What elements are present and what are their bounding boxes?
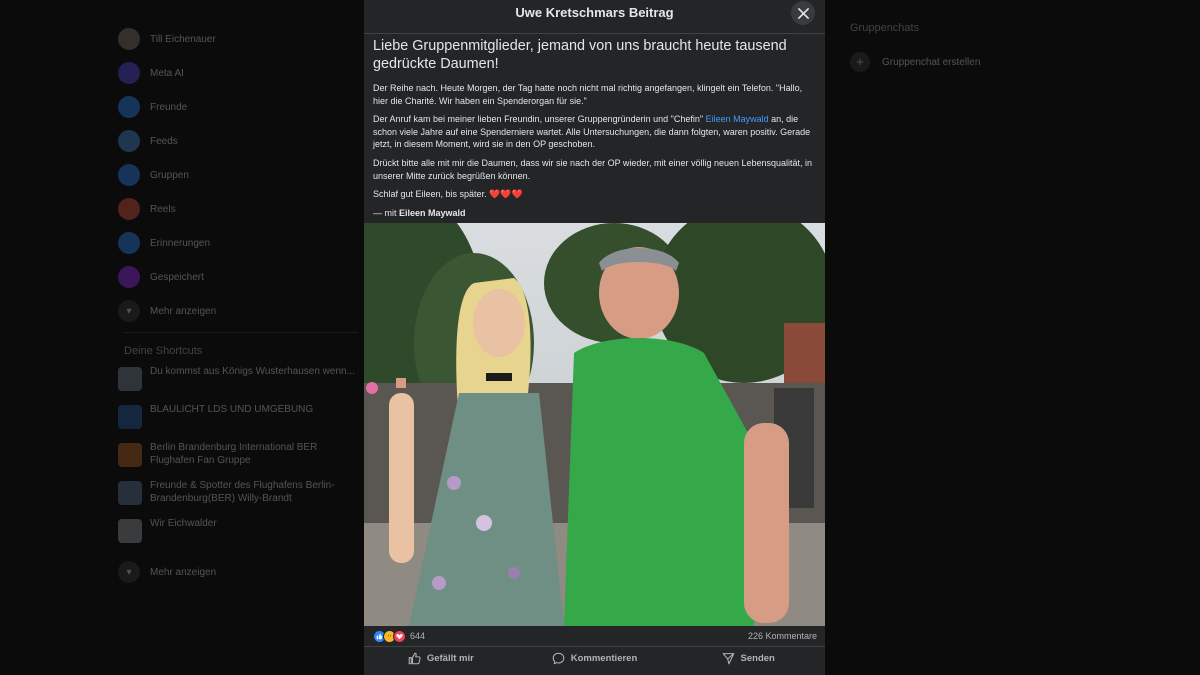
shortcut-item[interactable]: Du kommst aus Königs Wusterhausen wenn..… [118, 365, 358, 399]
shortcut-label: Freunde & Spotter des Flughafens Berlin-… [150, 480, 335, 504]
thumbs-up-icon [376, 633, 383, 639]
comment-count[interactable]: 226 Kommentare [748, 631, 817, 641]
tagged-with: — mit Eileen Maywald [373, 207, 816, 219]
sidebar-divider [124, 332, 358, 333]
sidebar-more-button[interactable]: ▾ Mehr anzeigen [118, 294, 358, 328]
meta-ai-icon [118, 62, 140, 84]
shortcuts-title: Deine Shortcuts [124, 345, 203, 357]
close-button[interactable] [791, 1, 815, 25]
sidebar-item-feeds[interactable]: Feeds [118, 124, 358, 158]
post-paragraph-2: Der Anruf kam bei meiner lieben Freundin… [373, 113, 816, 151]
saved-icon [118, 266, 140, 288]
shortcut-item[interactable]: Berlin Brandenburg International BER Flu… [118, 441, 358, 475]
comment-label: Kommentieren [570, 652, 638, 664]
modal-header: Uwe Kretschmars Beitrag [364, 0, 825, 34]
group-chats-title: Gruppenchats [850, 22, 920, 34]
shortcut-thumbnail [118, 367, 142, 391]
create-group-chat-button[interactable]: + Gruppenchat erstellen [850, 52, 1090, 72]
sidebar-item-label: Feeds [150, 135, 178, 147]
chevron-down-icon: ▾ [118, 561, 140, 583]
groups-icon [118, 164, 140, 186]
paragraph-2-start: Der Anruf kam bei meiner lieben Freundin… [373, 114, 706, 125]
sidebar-item-label: Freunde [150, 101, 188, 113]
chevron-down-icon: ▾ [118, 300, 140, 322]
sidebar-item-label: Meta AI [150, 67, 184, 79]
shortcut-thumbnail [118, 519, 142, 543]
reels-icon [118, 198, 140, 220]
thumbs-up-icon [408, 652, 421, 664]
shortcut-thumbnail [118, 443, 142, 467]
shortcut-item[interactable]: Freunde & Spotter des Flughafens Berlin-… [118, 479, 358, 513]
left-sidebar: Till Eichenauer Meta AI Freunde Feeds Gruppe… [118, 22, 358, 589]
shortcut-item[interactable]: Wir Eichwalder [118, 517, 358, 551]
shortcut-thumbnail [118, 405, 142, 429]
shortcut-thumbnail [118, 481, 142, 505]
shortcuts-more-button[interactable]: ▾ Mehr anzeigen [118, 555, 358, 589]
post-text: Liebe Gruppenmitglieder, jemand von uns … [364, 34, 825, 219]
sidebar-item-meta-ai[interactable]: Meta AI [118, 56, 358, 90]
sidebar-item-label: Gespeichert [150, 271, 204, 283]
action-bar: Gefällt mir Kommentieren Senden [364, 646, 825, 669]
sidebar-item-freunde[interactable]: Freunde [118, 90, 358, 124]
post-headline: Liebe Gruppenmitglieder, jemand von uns … [373, 38, 787, 72]
sidebar-item-label: Gruppen [150, 169, 189, 181]
sidebar-item-till-eichenauer[interactable]: Till Eichenauer [118, 22, 358, 56]
comment-button[interactable]: Kommentieren [518, 647, 672, 669]
like-button[interactable]: Gefällt mir [364, 647, 518, 669]
post-modal: Uwe Kretschmars Beitrag Liebe Gruppenmit… [364, 0, 825, 675]
reaction-count: 644 [410, 631, 426, 641]
right-column: Gruppenchats + Gruppenchat erstellen [850, 22, 1090, 72]
love-reaction-icon [393, 629, 406, 643]
sidebar-item-label: Till Eichenauer [150, 33, 216, 45]
post-paragraph-1: Der Reihe nach. Heute Morgen, der Tag ha… [373, 83, 803, 106]
like-label: Gefällt mir [426, 652, 474, 664]
post-photo[interactable] [364, 223, 825, 626]
sidebar-item-reels[interactable]: Reels [118, 192, 358, 226]
send-button[interactable]: Senden [671, 647, 825, 669]
avatar-icon [118, 28, 140, 50]
post-paragraph-4: Schlaf gut Eileen, bis später. ❤️❤️❤️ [373, 189, 523, 200]
shortcuts-more-label: Mehr anzeigen [150, 566, 217, 578]
heart-icon [396, 633, 403, 639]
post-paragraph-3: Drückt bitte alle mit mir die Daumen, da… [373, 157, 813, 181]
sidebar-item-label: Reels [150, 203, 176, 215]
care-face-icon [387, 634, 392, 636]
shortcut-item[interactable]: BLAULICHT LDS UND UMGEBUNG [118, 403, 358, 437]
sidebar-item-gruppen[interactable]: Gruppen [118, 158, 358, 192]
send-icon [722, 652, 734, 664]
sidebar-item-gespeichert[interactable]: Gespeichert [118, 260, 358, 294]
sidebar-item-label: Erinnerungen [150, 237, 211, 249]
tagged-prefix: — mit [373, 207, 399, 218]
shortcut-label: Du kommst aus Königs Wusterhausen wenn..… [150, 366, 355, 377]
sidebar-item-erinnerungen[interactable]: Erinnerungen [118, 226, 358, 260]
shortcut-label: Wir Eichwalder [150, 518, 217, 529]
plus-icon: + [850, 52, 870, 72]
shortcut-label: BLAULICHT LDS UND UMGEBUNG [150, 404, 314, 415]
create-group-chat-label: Gruppenchat erstellen [882, 56, 981, 68]
memories-icon [118, 232, 140, 254]
modal-title: Uwe Kretschmars Beitrag [515, 5, 674, 20]
mention-link[interactable]: Eileen Maywald [706, 114, 769, 124]
comment-icon [552, 652, 565, 664]
feeds-icon [118, 130, 140, 152]
shortcut-label: Berlin Brandenburg International BER Flu… [150, 442, 318, 466]
friends-icon [118, 96, 140, 118]
close-icon [797, 7, 809, 19]
reactions-button[interactable]: 644 [373, 629, 426, 643]
reaction-summary: 644 226 Kommentare [364, 628, 825, 644]
send-label: Senden [740, 652, 775, 664]
tagged-person-link[interactable]: Eileen Maywald [399, 208, 466, 218]
sidebar-more-label: Mehr anzeigen [150, 305, 217, 317]
